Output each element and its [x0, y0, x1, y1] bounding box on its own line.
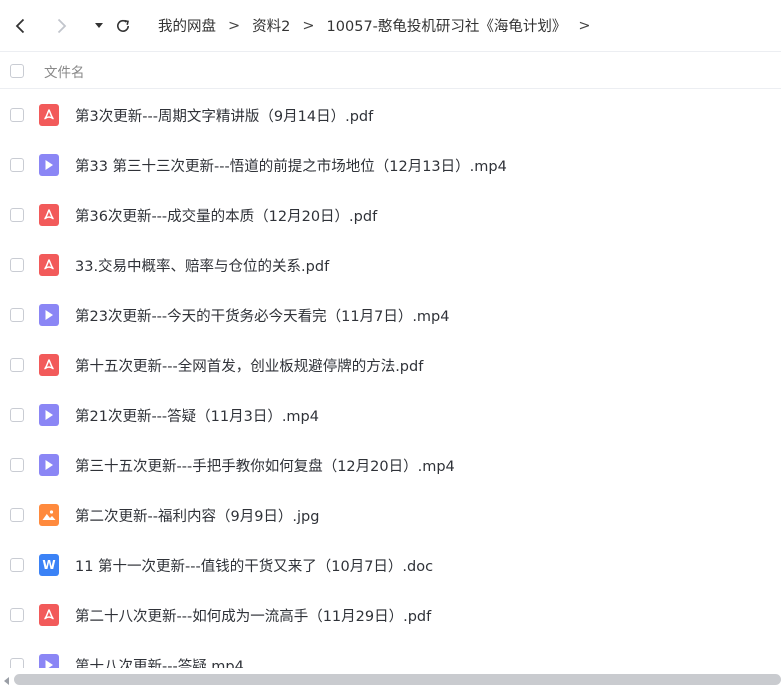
file-row[interactable]: 第二次更新--福利内容（9月9日）.jpg [0, 490, 781, 540]
file-row[interactable]: 第十八次更新---答疑.mp4 [0, 640, 781, 668]
file-name[interactable]: 第二十八次更新---如何成为一流高手（11月29日）.pdf [75, 605, 431, 626]
file-name[interactable]: 11 第十一次更新---值钱的干货又来了（10月7日）.doc [75, 555, 433, 576]
breadcrumb-item-root[interactable]: 我的网盘 [158, 15, 216, 36]
row-checkbox[interactable] [10, 358, 24, 372]
doc-file-icon: W [39, 554, 59, 576]
mp4-file-icon [39, 304, 59, 326]
forward-icon[interactable] [54, 15, 70, 37]
mp4-file-icon [39, 154, 59, 176]
file-row[interactable]: 第36次更新---成交量的本质（12月20日）.pdf [0, 190, 781, 240]
file-name[interactable]: 第33 第三十三次更新---悟道的前提之市场地位（12月13日）.mp4 [75, 155, 507, 176]
breadcrumb-more-chevron[interactable]: > [578, 18, 590, 34]
back-icon[interactable] [12, 15, 28, 37]
mp4-file-icon [39, 404, 59, 426]
file-row[interactable]: 33.交易中概率、赔率与仓位的关系.pdf [0, 240, 781, 290]
file-name[interactable]: 第十五次更新---全网首发，创业板规避停牌的方法.pdf [75, 355, 423, 376]
pdf-file-icon [39, 354, 59, 376]
pdf-file-icon [39, 204, 59, 226]
pdf-file-icon [39, 604, 59, 626]
file-row[interactable]: 第3次更新---周期文字精讲版（9月14日）.pdf [0, 90, 781, 140]
row-checkbox[interactable] [10, 208, 24, 222]
scrollbar-thumb[interactable] [14, 674, 781, 685]
file-row[interactable]: 第二十八次更新---如何成为一流高手（11月29日）.pdf [0, 590, 781, 640]
file-row[interactable]: 第三十五次更新---手把手教你如何复盘（12月20日）.mp4 [0, 440, 781, 490]
row-checkbox[interactable] [10, 458, 24, 472]
file-row[interactable]: W 11 第十一次更新---值钱的干货又来了（10月7日）.doc [0, 540, 781, 590]
row-checkbox[interactable] [10, 158, 24, 172]
jpg-file-icon [39, 504, 59, 526]
breadcrumb-separator: > [302, 17, 315, 34]
pdf-file-icon [39, 104, 59, 126]
row-checkbox[interactable] [10, 258, 24, 272]
file-name[interactable]: 第三十五次更新---手把手教你如何复盘（12月20日）.mp4 [75, 455, 455, 476]
file-name[interactable]: 第23次更新---今天的干货务必今天看完（11月7日）.mp4 [75, 305, 450, 326]
select-all-checkbox[interactable] [10, 63, 24, 78]
file-row[interactable]: 第十五次更新---全网首发，创业板规避停牌的方法.pdf [0, 340, 781, 390]
row-checkbox[interactable] [10, 508, 24, 522]
mp4-file-icon [39, 654, 59, 668]
row-checkbox[interactable] [10, 608, 24, 622]
file-row[interactable]: 第33 第三十三次更新---悟道的前提之市场地位（12月13日）.mp4 [0, 140, 781, 190]
pdf-file-icon [39, 254, 59, 276]
file-name[interactable]: 33.交易中概率、赔率与仓位的关系.pdf [75, 255, 329, 276]
row-checkbox[interactable] [10, 408, 24, 422]
navigation-toolbar: 我的网盘 > 资料2 > 10057-憨龟投机研习社《海龟计划》 > [0, 0, 781, 52]
mp4-file-icon [39, 454, 59, 476]
file-name[interactable]: 第二次更新--福利内容（9月9日）.jpg [75, 505, 319, 526]
file-row[interactable]: 第23次更新---今天的干货务必今天看完（11月7日）.mp4 [0, 290, 781, 340]
file-name[interactable]: 第十八次更新---答疑.mp4 [75, 655, 244, 669]
row-checkbox[interactable] [10, 108, 24, 122]
row-checkbox[interactable] [10, 308, 24, 322]
dropdown-icon[interactable] [94, 15, 104, 37]
column-header-filename[interactable]: 文件名 [44, 61, 85, 81]
file-name[interactable]: 第3次更新---周期文字精讲版（9月14日）.pdf [75, 105, 373, 126]
file-list: 第3次更新---周期文字精讲版（9月14日）.pdf 第33 第三十三次更新---… [0, 90, 781, 668]
breadcrumb-item-folder[interactable]: 资料2 [252, 15, 290, 36]
horizontal-scrollbar[interactable] [0, 668, 781, 696]
breadcrumb-separator: > [228, 17, 241, 34]
row-checkbox[interactable] [10, 558, 24, 572]
file-name[interactable]: 第36次更新---成交量的本质（12月20日）.pdf [75, 205, 377, 226]
breadcrumb: 我的网盘 > 资料2 > 10057-憨龟投机研习社《海龟计划》 > [158, 15, 603, 36]
file-list-header: 文件名 [0, 53, 781, 89]
scroll-left-arrow-icon[interactable] [4, 677, 9, 685]
file-row[interactable]: 第21次更新---答疑（11月3日）.mp4 [0, 390, 781, 440]
row-checkbox[interactable] [10, 658, 24, 668]
breadcrumb-item-current[interactable]: 10057-憨龟投机研习社《海龟计划》 [327, 15, 567, 36]
file-name[interactable]: 第21次更新---答疑（11月3日）.mp4 [75, 405, 319, 426]
refresh-icon[interactable] [114, 15, 132, 37]
